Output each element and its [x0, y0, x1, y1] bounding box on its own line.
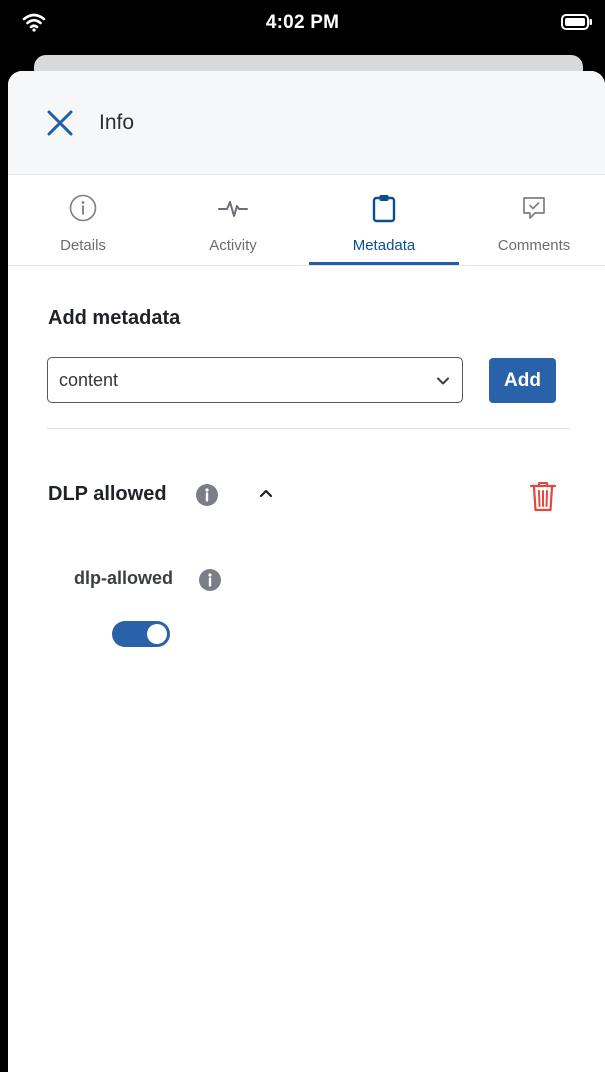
- group-title: DLP allowed: [48, 483, 167, 505]
- toggle-knob: [147, 624, 167, 644]
- status-bar: 4:02 PM: [0, 0, 605, 46]
- tab-activity[interactable]: Activity: [158, 175, 308, 265]
- metadata-select-value: content: [59, 370, 119, 390]
- close-button[interactable]: [46, 109, 74, 137]
- info-icon[interactable]: [198, 568, 222, 597]
- delete-group-button[interactable]: [528, 479, 558, 518]
- add-button[interactable]: Add: [489, 358, 556, 403]
- tab-details[interactable]: Details: [8, 175, 158, 265]
- metadata-select[interactable]: content: [47, 357, 463, 403]
- divider: [47, 428, 570, 429]
- chevron-down-icon: [436, 373, 450, 391]
- active-tab-indicator: [309, 262, 459, 265]
- tab-label: Details: [60, 237, 106, 254]
- sheet-title: Info: [99, 111, 135, 134]
- field-label: dlp-allowed: [74, 568, 173, 588]
- add-metadata-title: Add metadata: [48, 307, 181, 329]
- status-time: 4:02 PM: [265, 12, 340, 33]
- tab-label: Activity: [209, 237, 257, 254]
- clipboard-icon: [309, 193, 459, 227]
- tab-comments[interactable]: Comments: [459, 175, 605, 265]
- info-circle-icon: [8, 193, 158, 227]
- tab-label: Comments: [497, 237, 571, 254]
- battery-icon: [561, 14, 593, 35]
- tab-bar: Details Activity Metadata Comments: [8, 175, 605, 266]
- tab-label: Metadata: [352, 237, 416, 254]
- activity-pulse-icon: [158, 193, 308, 227]
- dlp-allowed-toggle[interactable]: [112, 621, 170, 647]
- trash-icon: [529, 482, 557, 512]
- comment-check-icon: [459, 193, 605, 227]
- close-icon: [47, 110, 73, 136]
- tab-metadata[interactable]: Metadata: [309, 175, 459, 265]
- chevron-up-icon[interactable]: [258, 486, 274, 504]
- info-icon[interactable]: [195, 483, 219, 512]
- info-sheet: Info Details Activity Metadata Comments …: [8, 71, 605, 1072]
- sheet-header: Info: [8, 71, 605, 175]
